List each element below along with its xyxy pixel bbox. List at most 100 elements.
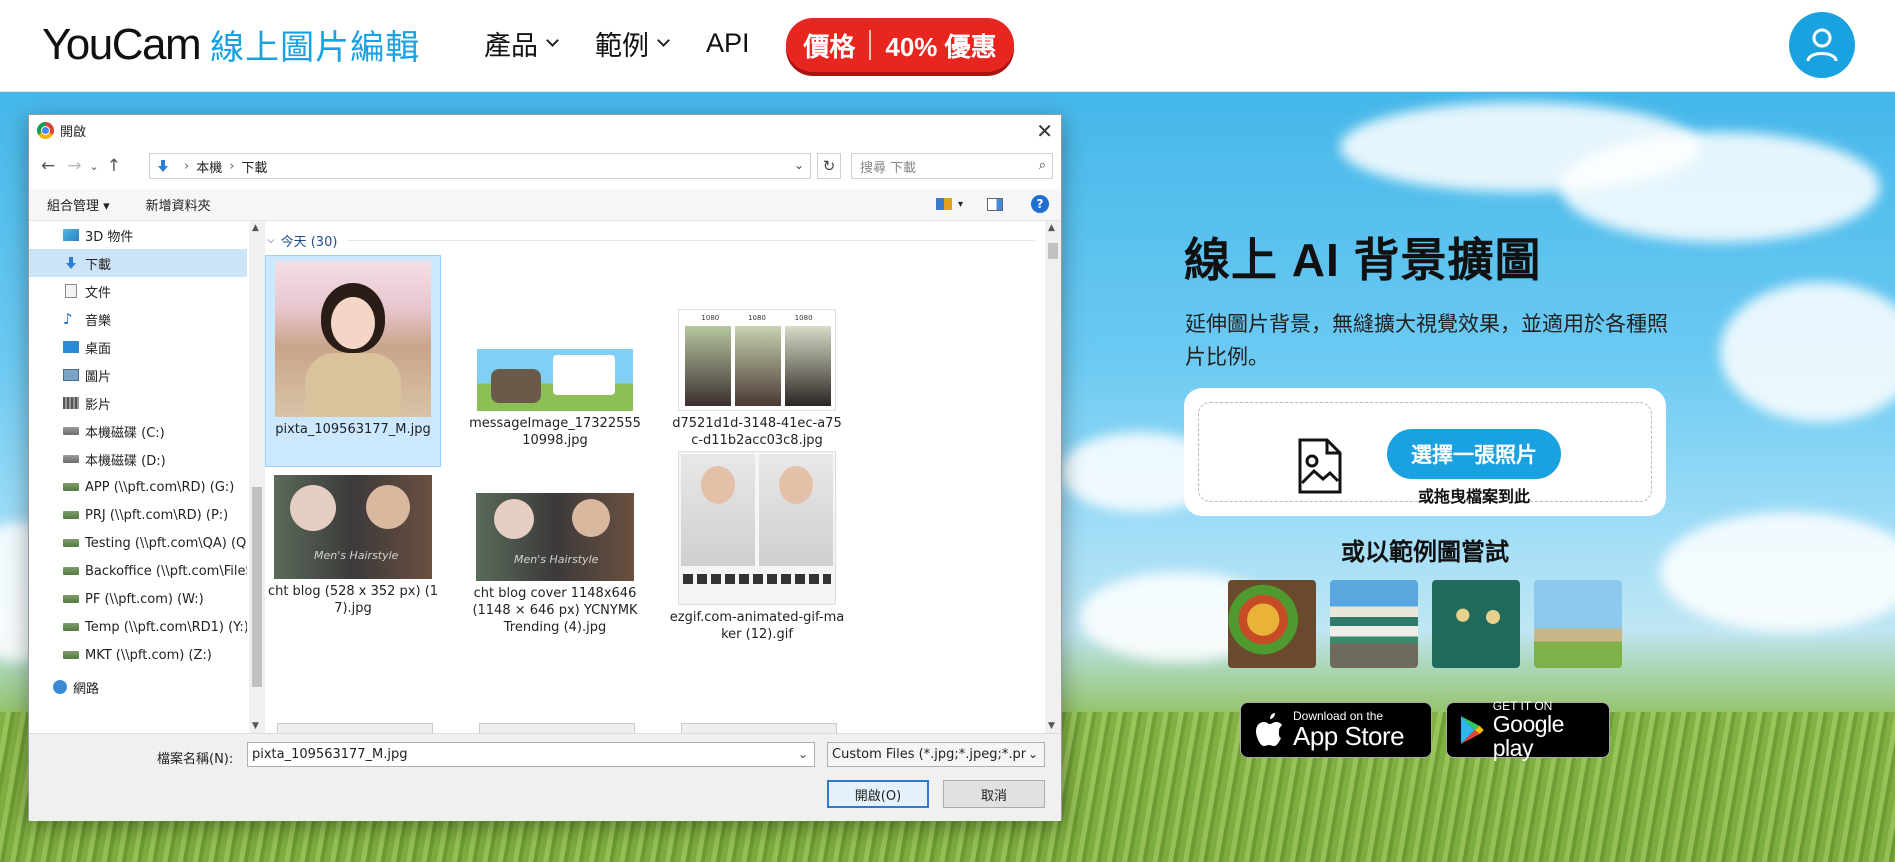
back-arrow-icon[interactable]: ← [41, 156, 55, 176]
google-play-icon [1460, 716, 1484, 744]
photo-face [290, 485, 336, 531]
nav-item-backoffice[interactable]: Backoffice (\\pft.com\FileSrv) [29, 557, 247, 585]
scroll-down-icon[interactable]: ▼ [252, 721, 259, 731]
dialog-titlebar: 開啟 ✕ [29, 115, 1061, 145]
nav-item-drive-p[interactable]: PRJ (\\pft.com\RD) (P:) [29, 501, 247, 529]
refresh-icon[interactable]: ↻ [817, 153, 841, 179]
nav-item-network[interactable]: 網路 [29, 673, 247, 701]
nav-item-label: Backoffice (\\pft.com\FileSrv) [85, 563, 247, 579]
drop-zone[interactable]: 選擇一張照片 或拖曳檔案到此 [1198, 402, 1652, 506]
nav-examples[interactable]: 範例 [595, 24, 670, 63]
file-item[interactable]: ezgif.com-animated-gif-maker (12).gif [669, 451, 845, 643]
new-folder-button[interactable]: 新增資料夾 [146, 195, 211, 214]
sample-jewelry[interactable] [1432, 580, 1520, 668]
nav-item-drive-q[interactable]: Testing (\\pft.com\QA) (Q:) [29, 529, 247, 557]
dimension-label: 1080 [794, 314, 813, 322]
sample-castle[interactable] [1330, 580, 1418, 668]
thumbnail-watermark: Men's Hairstyle [514, 553, 599, 566]
file-scrollbar[interactable]: ▲ ▼ [1045, 221, 1061, 733]
nav-scrollbar[interactable]: ▲ ▼ [249, 221, 265, 733]
forward-arrow-icon[interactable]: → [67, 156, 81, 176]
image-file-icon [1298, 438, 1342, 494]
drive-icon [63, 427, 79, 435]
google-play-badge[interactable]: GET IT ON Google play [1446, 699, 1610, 760]
group-header-today[interactable]: ⌵ 今天 (30) [265, 231, 1035, 250]
nav-item-music[interactable]: ♪ 音樂 [29, 305, 247, 333]
nav-item-label: Testing (\\pft.com\QA) (Q:) [85, 535, 247, 551]
nav-item-documents[interactable]: 文件 [29, 277, 247, 305]
pictures-icon [63, 369, 79, 381]
scrollbar-thumb[interactable] [252, 487, 262, 687]
breadcrumb-separator: › [229, 158, 235, 174]
nav-item-drive-y[interactable]: Temp (\\pft.com\RD1) (Y:) [29, 613, 247, 641]
choose-photo-button[interactable]: 選擇一張照片 [1387, 429, 1561, 479]
chevron-down-icon[interactable]: ⌄ [798, 747, 808, 761]
chevron-down-icon [657, 34, 670, 47]
file-item[interactable]: 1080 1080 1080 d7521d1d-3148-41ec-a75c-d… [669, 309, 845, 449]
sample-tacos[interactable] [1228, 580, 1316, 668]
nav-item-drive-z[interactable]: MKT (\\pft.com) (Z:) [29, 641, 247, 669]
logo-subtitle: 線上圖片編輯 [210, 29, 421, 67]
chrome-icon [37, 121, 54, 139]
nav-item-label: 圖片 [85, 369, 112, 385]
nav-examples-label: 範例 [595, 31, 649, 61]
nav-item-label: 音樂 [85, 313, 112, 329]
file-item[interactable]: pixta_109563177_M.jpg [265, 255, 441, 467]
breadcrumb-this-pc[interactable]: 本機 [196, 157, 222, 176]
nav-item-drive-c[interactable]: 本機磁碟 (C:) [29, 417, 247, 445]
nav-item-drive-g[interactable]: APP (\\pft.com\RD) (G:) [29, 473, 247, 501]
file-name: cht blog (528 x 352 px) (17).jpg [267, 584, 439, 616]
file-item-partial[interactable] [277, 723, 433, 733]
nav-item-desktop[interactable]: 桌面 [29, 333, 247, 361]
file-type-filter[interactable]: Custom Files (*.jpg;*.jpeg;*.pn ⌄ [827, 742, 1045, 767]
collage-photo [735, 326, 781, 406]
pricing-discount-button[interactable]: 價格 40% 優惠 [786, 18, 1014, 72]
desktop-icon [63, 341, 79, 353]
nav-item-pictures[interactable]: 圖片 [29, 361, 247, 389]
nav-api[interactable]: API [706, 28, 750, 59]
breadcrumb-downloads[interactable]: 下載 [241, 157, 267, 176]
thumbnail-people [491, 369, 541, 403]
file-item[interactable]: messageImage_1732255510998.jpg [467, 339, 643, 449]
app-store-badge[interactable]: Download on the App Store [1240, 702, 1432, 758]
nav-item-3d-objects[interactable]: 3D 物件 [29, 221, 247, 249]
search-input[interactable]: 搜尋 下載 ⌕ [851, 153, 1053, 179]
user-account-button[interactable] [1789, 12, 1855, 78]
youcam-logo[interactable]: YouCam 線上圖片編輯 [42, 20, 420, 70]
file-item[interactable]: Men's Hairstyle cht blog (528 x 352 px) … [265, 475, 441, 617]
view-mode-icon[interactable] [935, 198, 952, 210]
nav-item-videos[interactable]: 影片 [29, 389, 247, 417]
main-nav: 產品 範例 API [484, 24, 788, 63]
nav-item-label: 文件 [85, 285, 112, 301]
up-arrow-icon[interactable]: ↑ [107, 156, 121, 176]
scrollbar-thumb[interactable] [1048, 243, 1058, 259]
search-icon: ⌕ [1038, 158, 1046, 173]
file-thumbnail [477, 339, 633, 411]
preview-pane-icon[interactable] [987, 197, 1003, 211]
file-item-partial[interactable] [681, 723, 837, 733]
open-button[interactable]: 開啟(O) [827, 780, 929, 808]
file-item[interactable]: Men's Hairstyle cht blog cover 1148x646 … [467, 493, 643, 636]
nav-item-downloads[interactable]: 下載 [29, 249, 247, 277]
nav-item-drive-d[interactable]: 本機磁碟 (D:) [29, 445, 247, 473]
help-icon[interactable]: ? [1031, 195, 1049, 213]
nav-products[interactable]: 產品 [484, 24, 559, 63]
file-list-area: ⌵ 今天 (30) pixta_109563177_M.jpg messageI… [265, 221, 1045, 733]
cancel-button[interactable]: 取消 [943, 780, 1045, 808]
samples-title: 或以範例圖嘗試 [1341, 539, 1509, 566]
photo-face [494, 499, 534, 539]
filename-input[interactable]: pixta_109563177_M.jpg ⌄ [247, 742, 815, 767]
organize-button[interactable]: 組合管理 ▾ [47, 195, 110, 214]
scroll-up-icon[interactable]: ▲ [1048, 223, 1055, 233]
chevron-down-icon[interactable]: ▾ [958, 199, 963, 210]
recent-dropdown-icon[interactable]: ⌄ [90, 160, 99, 173]
close-icon[interactable]: ✕ [1036, 119, 1053, 143]
address-bar[interactable]: › 本機 › 下載 ⌄ [149, 153, 811, 179]
sample-beach[interactable] [1534, 580, 1622, 668]
nav-item-drive-w[interactable]: PF (\\pft.com) (W:) [29, 585, 247, 613]
chevron-down-icon[interactable]: ⌄ [794, 158, 804, 172]
file-item-partial[interactable] [479, 723, 635, 733]
drag-drop-hint: 或拖曳檔案到此 [1417, 489, 1530, 506]
scroll-down-icon[interactable]: ▼ [1048, 721, 1055, 731]
scroll-up-icon[interactable]: ▲ [252, 223, 259, 233]
